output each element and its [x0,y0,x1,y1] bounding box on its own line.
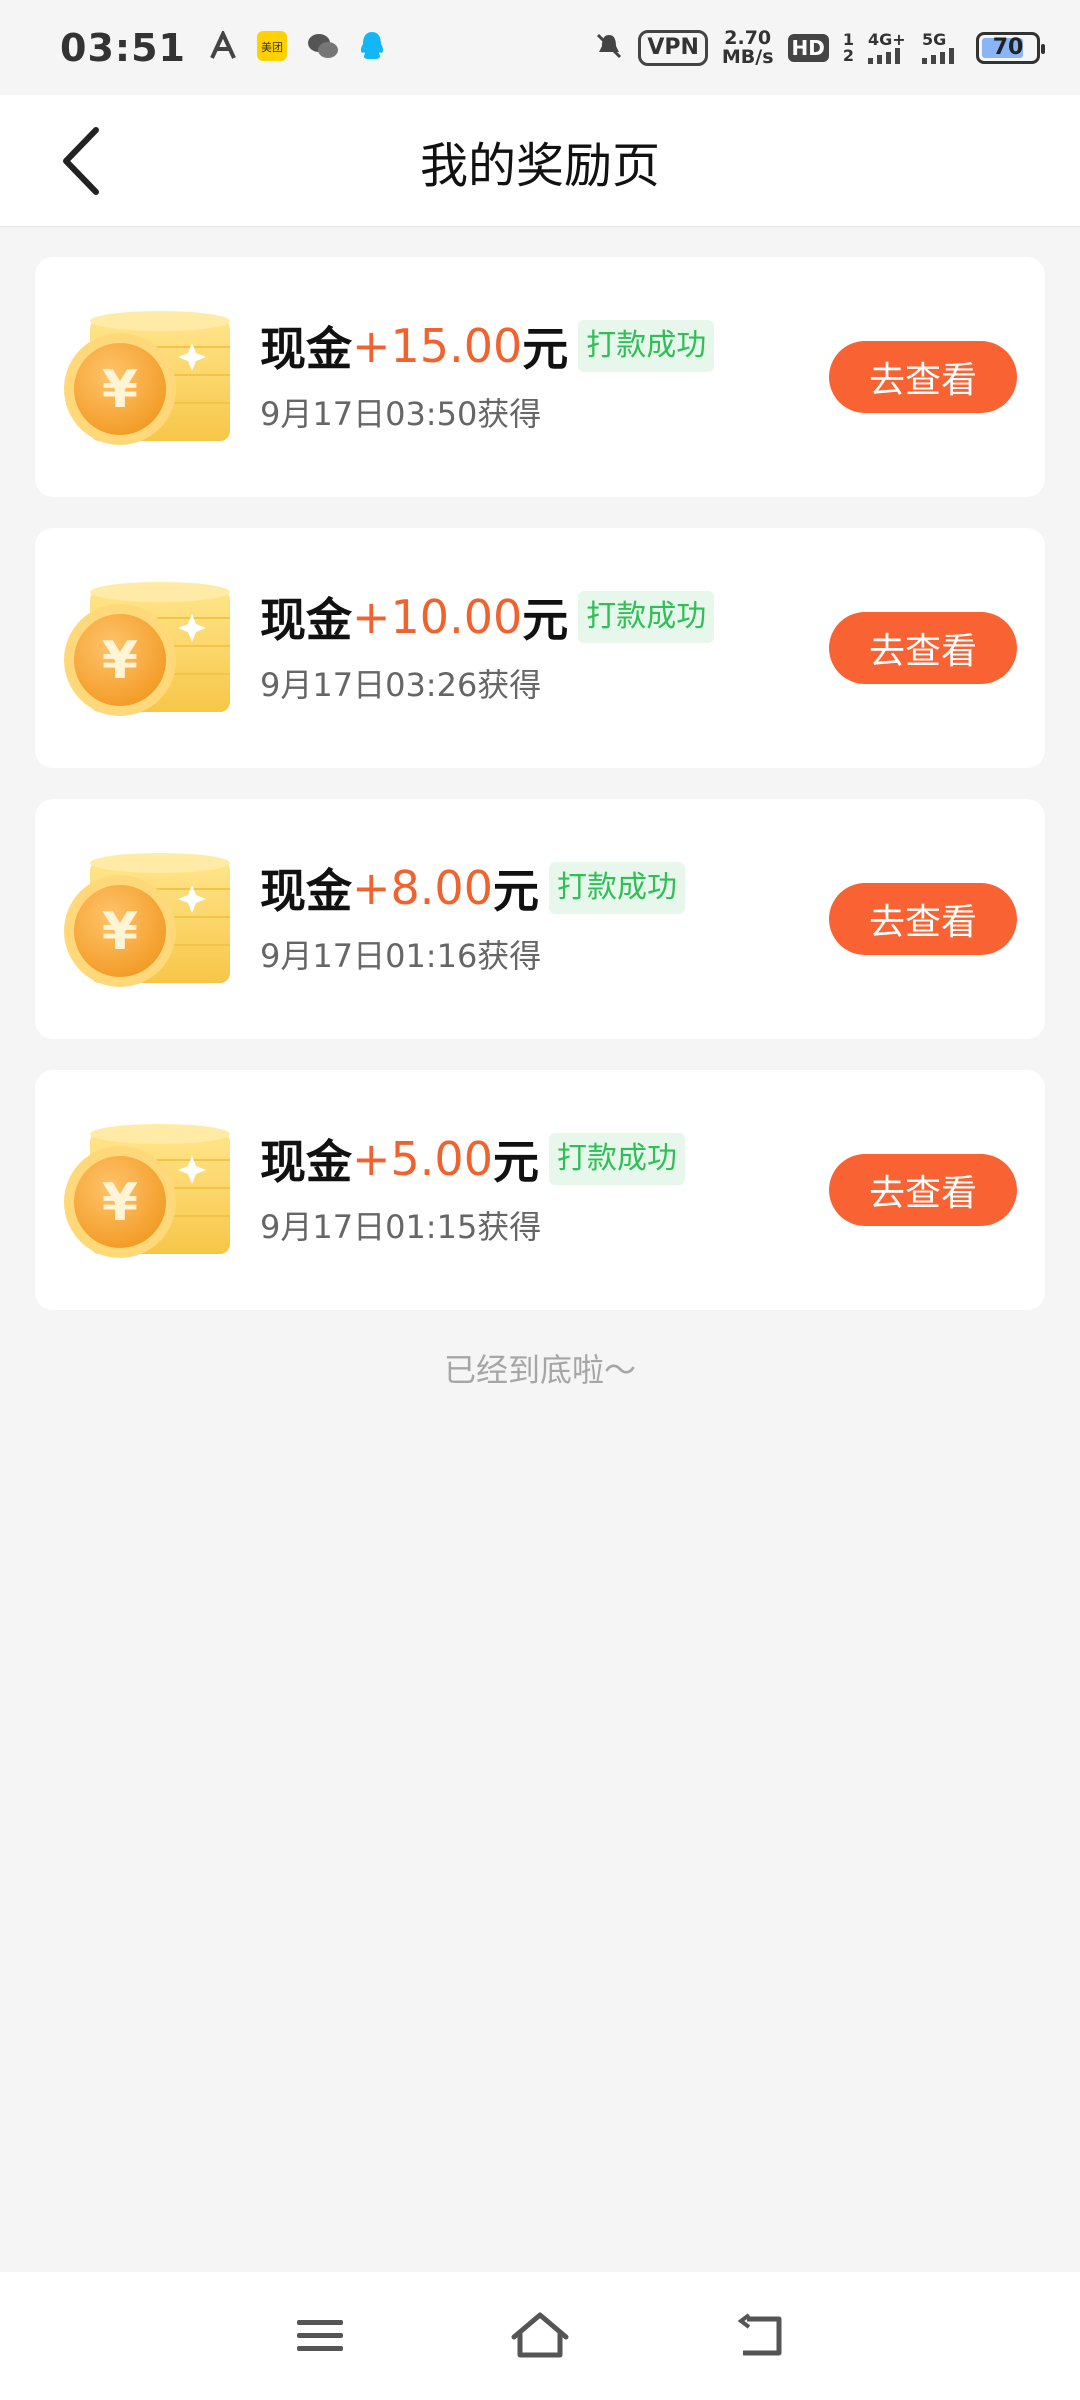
reward-info: 现金 +10.00 元 打款成功 9月17日03:26获得 [260,588,715,706]
reward-time: 9月17日03:50获得 [260,395,542,433]
coin-stack-icon: ¥ [64,853,230,987]
reward-amount-line: 现金 +8.00 元 打款成功 [260,859,685,918]
reward-list: ¥ 现金 +15.00 元 打款成功 9月17日03:50获得 去查看 ¥ 现金… [35,257,1045,1341]
net-speed-unit: MB/s [721,45,774,68]
hd-badge: HD [787,33,829,62]
coin-stack-icon: ¥ [64,311,230,445]
view-button[interactable]: 去查看 [829,341,1017,413]
signal-icon [922,47,954,64]
reward-prefix: 现金 [260,322,352,376]
signal-4g: 4G+ [868,29,908,64]
battery-level: 70 [992,35,1024,60]
net2-label: 5G [922,29,947,49]
font-a-icon [208,28,238,65]
view-button[interactable]: 去查看 [829,612,1017,684]
signal-icon [868,47,900,64]
vpn-badge: VPN [638,29,708,66]
status-right: VPN 2.70 MB/s HD 1 2 4G+ 5G 70 [594,26,1045,68]
reward-time: 9月17日01:15获得 [260,1208,542,1246]
status-badge: 打款成功 [548,862,685,914]
svg-text:¥: ¥ [102,631,138,691]
page-title: 我的奖励页 [419,137,660,194]
reward-amount: +8.00 [352,861,493,915]
reward-amount-line: 现金 +5.00 元 打款成功 [260,1130,685,1189]
reward-card: ¥ 现金 +5.00 元 打款成功 9月17日01:15获得 去查看 [35,1070,1045,1310]
home-icon [511,2312,569,2358]
reward-card: ¥ 现金 +10.00 元 打款成功 9月17日03:26获得 去查看 [35,528,1045,768]
qq-icon [358,30,386,66]
reward-time: 9月17日03:26获得 [260,666,542,704]
reward-amount-line: 现金 +15.00 元 打款成功 [260,317,715,376]
back-nav-button[interactable] [720,2296,800,2376]
reward-info: 现金 +5.00 元 打款成功 9月17日01:15获得 [260,1130,685,1248]
coin-stack-icon: ¥ [64,582,230,716]
reward-unit: 元 [522,322,569,376]
reward-unit: 元 [492,864,539,918]
battery-icon: 70 [976,31,1045,64]
back-icon [737,2313,782,2356]
reward-prefix: 现金 [260,593,352,647]
svg-text:¥: ¥ [102,902,138,962]
mute-icon [594,31,624,65]
net-speed-value: 2.70 [724,26,772,49]
wechat-icon [306,31,340,65]
reward-unit: 元 [522,593,569,647]
menu-button[interactable] [280,2296,360,2376]
reward-unit: 元 [492,1135,539,1189]
coin-stack-icon: ¥ [64,1124,230,1258]
signal-5g: 5G [922,29,962,64]
status-time: 03:51 [60,25,186,70]
svg-text:¥: ¥ [102,1173,138,1233]
view-button[interactable]: 去查看 [829,883,1017,955]
system-nav-bar [0,2272,1080,2400]
reward-card: ¥ 现金 +15.00 元 打款成功 9月17日03:50获得 去查看 [35,257,1045,497]
reward-time: 9月17日01:16获得 [260,937,542,975]
status-badge: 打款成功 [578,591,715,643]
reward-amount: +15.00 [352,319,523,373]
net1-label: 4G+ [868,29,906,49]
reward-prefix: 现金 [260,1135,352,1189]
notification-icons: 美团 [208,28,386,66]
meituan-label: 美团 [261,41,283,54]
menu-icon [297,2320,343,2351]
list-end-text: 已经到底啦～ [443,1351,636,1389]
reward-prefix: 现金 [260,864,352,918]
reward-amount-line: 现金 +10.00 元 打款成功 [260,588,715,647]
reward-info: 现金 +15.00 元 打款成功 9月17日03:50获得 [260,317,715,435]
back-button[interactable] [50,125,110,197]
status-badge: 打款成功 [548,1133,685,1185]
status-badge: 打款成功 [578,320,715,372]
sim-indicator: 1 2 [842,31,854,65]
home-button[interactable] [500,2296,580,2376]
svg-text:¥: ¥ [102,360,138,420]
network-speed: 2.70 MB/s [721,26,774,68]
reward-amount: +5.00 [352,1132,493,1186]
reward-card: ¥ 现金 +8.00 元 打款成功 9月17日01:16获得 去查看 [35,799,1045,1039]
meituan-icon: 美团 [256,30,288,66]
status-bar: 03:51 美团 VPN 2.70 MB/s HD 1 2 4G+ 5G 70 [0,0,1080,95]
sim2-label: 2 [842,45,854,65]
chevron-left-icon [63,127,99,195]
page-header: 我的奖励页 [0,95,1080,227]
view-button[interactable]: 去查看 [829,1154,1017,1226]
reward-info: 现金 +8.00 元 打款成功 9月17日01:16获得 [260,859,685,977]
reward-amount: +10.00 [352,590,523,644]
